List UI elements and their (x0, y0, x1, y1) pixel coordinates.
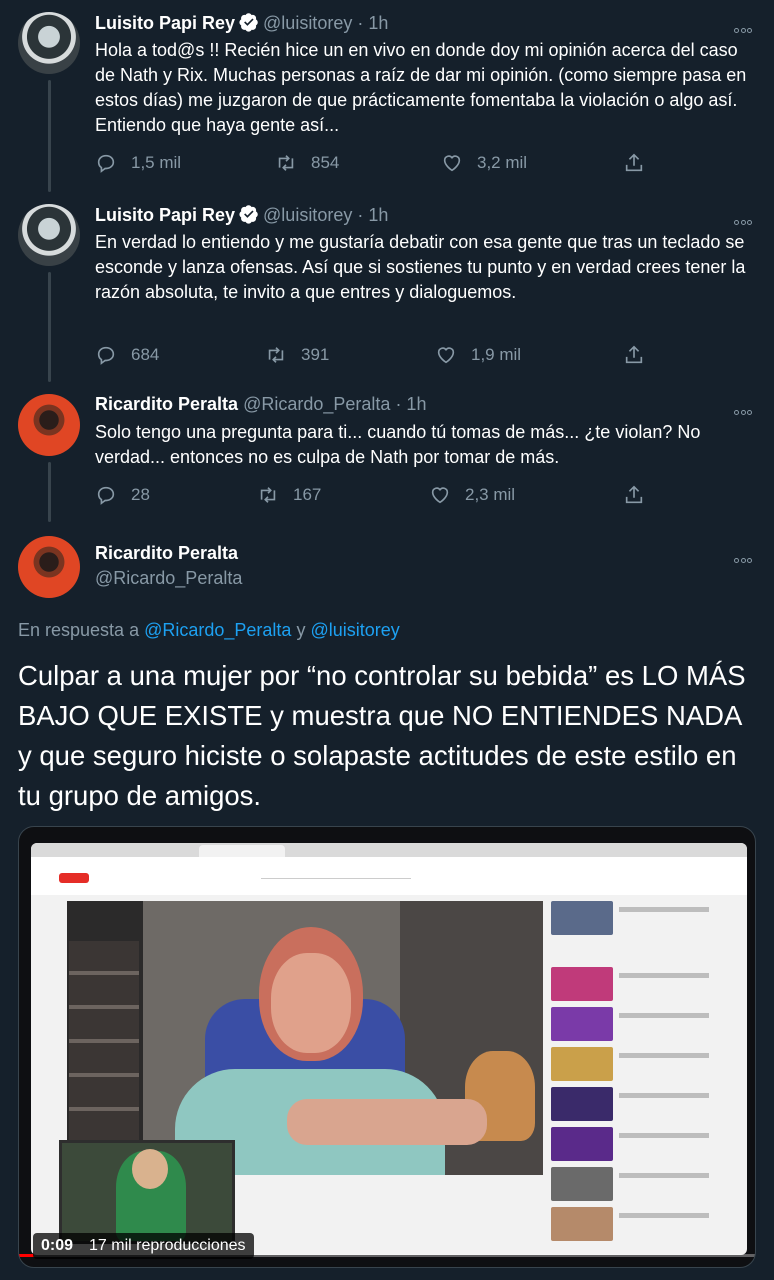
more-options-icon[interactable] (734, 402, 756, 415)
share-button[interactable] (623, 152, 645, 174)
like-count: 3,2 mil (477, 153, 528, 172)
tweet-text: Culpar a una mujer por “no controlar su … (18, 660, 746, 811)
video-frame (31, 843, 747, 1255)
retweet-button[interactable]: 167 (257, 484, 321, 506)
reply-button[interactable]: 28 (95, 484, 150, 506)
reply-button[interactable]: 684 (95, 344, 159, 366)
retweet-count: 391 (301, 345, 330, 364)
display-name[interactable]: Luisito Papi Rey (95, 205, 235, 225)
avatar[interactable] (18, 536, 80, 598)
tweet-text: Hola a tod@s !! Recién hice un en vivo e… (95, 40, 747, 135)
reply-icon (97, 486, 115, 505)
verified-badge-icon (239, 205, 258, 224)
youtube-header (31, 857, 747, 895)
webcam-overlay (59, 1140, 235, 1244)
tweet-actions: 28 167 2,3 mil (95, 484, 655, 508)
tweet-1[interactable]: Luisito Papi Rey @luisitorey · 1h Hola a … (0, 0, 774, 196)
handle[interactable]: @luisitorey (263, 205, 352, 225)
like-icon (431, 487, 449, 504)
share-icon (625, 345, 643, 364)
avatar[interactable] (18, 204, 80, 266)
youtube-search (261, 869, 411, 879)
browser-bar (31, 843, 747, 857)
reply-icon (97, 346, 115, 365)
handle[interactable]: @Ricardo_Peralta (243, 394, 390, 414)
handle[interactable]: @luisitorey (263, 13, 352, 33)
display-name[interactable]: Luisito Papi Rey (95, 13, 235, 33)
retweet-count: 167 (293, 485, 322, 504)
like-button[interactable]: 1,9 mil (435, 344, 521, 366)
share-button[interactable] (623, 484, 645, 506)
youtube-logo (59, 873, 89, 883)
reply-count: 684 (131, 345, 160, 364)
tweet-text: Solo tengo una pregunta para ti... cuand… (95, 422, 701, 467)
tweet-header: Luisito Papi Rey @luisitorey · 1h (95, 12, 388, 34)
timestamp[interactable]: · 1h (357, 205, 388, 225)
reply-icon (97, 154, 115, 173)
display-name[interactable]: Ricardito Peralta (95, 543, 238, 564)
avatar[interactable] (18, 12, 80, 74)
reply-context: En respuesta a @Ricardo_Peralta y @luisi… (18, 620, 400, 641)
video-duration: 0:09 (41, 1237, 74, 1254)
reply-count: 28 (131, 485, 150, 504)
tweet-3[interactable]: Ricardito Peralta @Ricardo_Peralta · 1h … (0, 386, 774, 526)
retweet-count: 854 (311, 153, 340, 172)
recommended-videos (551, 901, 741, 1251)
share-icon (625, 153, 643, 172)
share-button[interactable] (623, 344, 645, 366)
like-count: 1,9 mil (471, 345, 522, 364)
tweet-text: En verdad lo entiendo y me gustaría deba… (95, 232, 746, 302)
video-progress-fill (19, 1254, 34, 1257)
reply-conjunction: y (296, 620, 306, 640)
reply-prefix: En respuesta a (18, 620, 140, 640)
retweet-button[interactable]: 391 (265, 344, 329, 366)
embedded-stream (67, 901, 543, 1175)
avatar[interactable] (18, 394, 80, 456)
like-button[interactable]: 3,2 mil (441, 152, 527, 174)
tweet-2[interactable]: Luisito Papi Rey @luisitorey · 1h En verd… (0, 196, 774, 386)
like-button[interactable]: 2,3 mil (429, 484, 515, 506)
video-info-badge: 0:09 17 mil reproducciones (33, 1233, 254, 1259)
more-options-icon[interactable] (734, 20, 756, 33)
reply-count: 1,5 mil (131, 153, 182, 172)
video-views: 17 mil reproducciones (89, 1237, 246, 1254)
retweet-icon (278, 155, 294, 171)
timestamp[interactable]: · 1h (395, 394, 426, 414)
like-icon (437, 347, 455, 364)
thread-line (48, 462, 51, 522)
tweet-actions: 684 391 1,9 mil (95, 344, 655, 368)
retweet-button[interactable]: 854 (275, 152, 339, 174)
more-options-icon[interactable] (734, 550, 756, 563)
tweet-header: Luisito Papi Rey @luisitorey · 1h (95, 204, 388, 226)
retweet-icon (268, 347, 284, 363)
video-player[interactable]: 0:09 17 mil reproducciones (18, 826, 756, 1268)
thread-line (48, 272, 51, 382)
handle[interactable]: @Ricardo_Peralta (95, 568, 242, 589)
display-name[interactable]: Ricardito Peralta (95, 394, 238, 414)
more-options-icon[interactable] (734, 212, 756, 225)
tweet-header: Ricardito Peralta @Ricardo_Peralta · 1h (95, 394, 426, 415)
share-icon (625, 485, 643, 504)
reply-button[interactable]: 1,5 mil (95, 152, 181, 174)
thread-line (48, 80, 51, 192)
like-count: 2,3 mil (465, 485, 516, 504)
reply-mention-link[interactable]: @luisitorey (310, 620, 399, 640)
tweet-actions: 1,5 mil 854 3,2 mil (95, 152, 655, 176)
timestamp[interactable]: · 1h (357, 13, 388, 33)
reply-mention-link[interactable]: @Ricardo_Peralta (144, 620, 291, 640)
like-icon (443, 155, 461, 172)
verified-badge-icon (239, 13, 258, 32)
retweet-icon (260, 487, 276, 503)
